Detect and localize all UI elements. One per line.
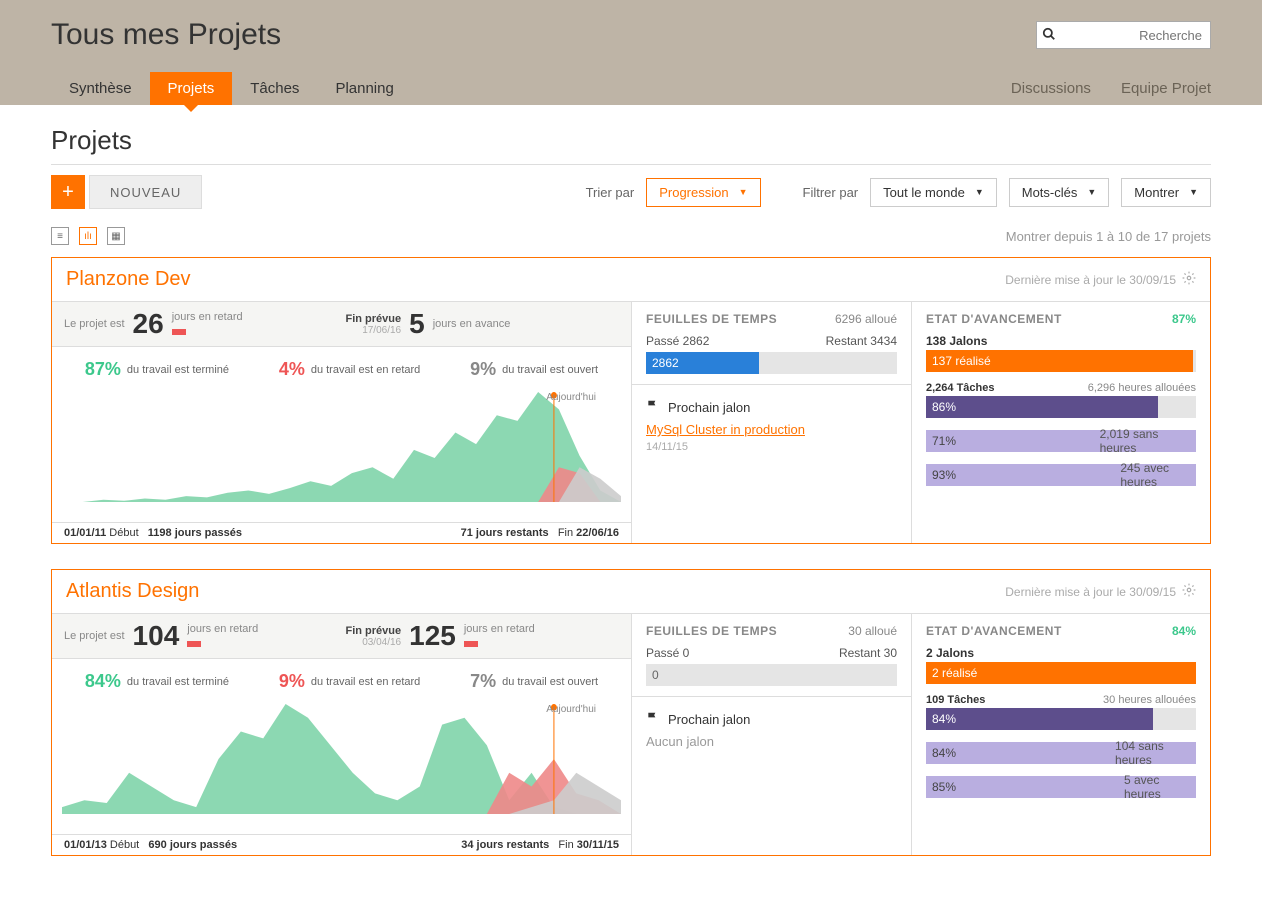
timesheet-bar: 2862 — [646, 352, 897, 374]
new-button[interactable]: NOUVEAU — [89, 175, 202, 209]
add-button[interactable]: + — [51, 175, 85, 209]
sort-dropdown[interactable]: Progression▼ — [646, 178, 760, 207]
tab-planning[interactable]: Planning — [317, 72, 411, 105]
chevron-down-icon: ▼ — [975, 187, 984, 197]
next-milestone-title: Prochain jalon — [668, 400, 750, 415]
project-title[interactable]: Planzone Dev — [66, 268, 191, 291]
main-tabs: Synthèse Projets Tâches Planning — [51, 72, 412, 105]
view-list-icon[interactable]: ≡ — [51, 227, 69, 245]
burndown-chart: Aujourd'hui — [52, 704, 631, 834]
timesheet-title: FEUILLES DE TEMPS — [646, 312, 777, 326]
project-card: Atlantis Design Dernière mise à jour le … — [51, 569, 1211, 856]
no-milestone: Aucun jalon — [646, 734, 897, 749]
project-card: Planzone Dev Dernière mise à jour le 30/… — [51, 257, 1211, 544]
project-title[interactable]: Atlantis Design — [66, 580, 199, 603]
link-discussions[interactable]: Discussions — [1011, 80, 1091, 97]
advancement-title: ETAT D'AVANCEMENT — [926, 624, 1062, 638]
results-counter: Montrer depuis 1 à 10 de 17 projets — [1006, 229, 1211, 244]
search-icon — [1037, 27, 1061, 44]
plus-icon: + — [62, 181, 74, 204]
search-input[interactable] — [1061, 24, 1210, 47]
page-title: Tous mes Projets — [51, 18, 281, 52]
view-grid-icon[interactable]: ▦ — [107, 227, 125, 245]
tab-projets[interactable]: Projets — [150, 72, 233, 105]
milestone-link[interactable]: MySql Cluster in production — [646, 422, 805, 437]
chevron-down-icon: ▼ — [1189, 187, 1198, 197]
view-chart-icon[interactable]: ılı — [79, 227, 97, 245]
timesheet-bar: 0 — [646, 664, 897, 686]
show-dropdown[interactable]: Montrer▼ — [1121, 178, 1211, 207]
search-box[interactable] — [1036, 21, 1211, 49]
tab-synthese[interactable]: Synthèse — [51, 72, 150, 105]
link-equipe[interactable]: Equipe Projet — [1121, 80, 1211, 97]
last-updated: Dernière mise à jour le 30/09/15 — [1005, 271, 1196, 288]
last-updated: Dernière mise à jour le 30/09/15 — [1005, 583, 1196, 600]
filter-dropdown[interactable]: Tout le monde▼ — [870, 178, 997, 207]
sort-label: Trier par — [586, 185, 635, 200]
flag-icon — [646, 399, 660, 416]
tab-taches[interactable]: Tâches — [232, 72, 317, 105]
gear-icon[interactable] — [1182, 583, 1196, 600]
section-heading: Projets — [51, 125, 1211, 156]
gear-icon[interactable] — [1182, 271, 1196, 288]
next-milestone-title: Prochain jalon — [668, 712, 750, 727]
chevron-down-icon: ▼ — [1087, 187, 1096, 197]
flag-icon — [646, 711, 660, 728]
burndown-chart: Aujourd'hui — [52, 392, 631, 522]
advancement-title: ETAT D'AVANCEMENT — [926, 312, 1062, 326]
timesheet-title: FEUILLES DE TEMPS — [646, 624, 777, 638]
filter-label: Filtrer par — [803, 185, 859, 200]
tags-dropdown[interactable]: Mots-clés▼ — [1009, 178, 1110, 207]
chevron-down-icon: ▼ — [739, 187, 748, 197]
